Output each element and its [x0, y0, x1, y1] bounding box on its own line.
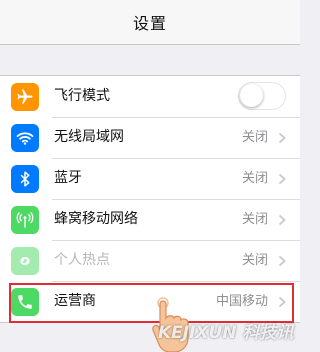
chevron-right-icon [278, 132, 286, 144]
airplane-mode-toggle[interactable] [238, 82, 286, 110]
watermark: KEJIXUN 科技讯 [158, 323, 294, 343]
settings-row-bluetooth[interactable]: 蓝牙 关闭 [0, 158, 300, 199]
personal-hotspot-icon [11, 247, 39, 275]
bluetooth-status-value: 关闭 [241, 171, 268, 186]
wifi-icon [11, 124, 39, 152]
cellular-antenna-icon [11, 206, 39, 234]
wlan-status-value: 关闭 [241, 130, 268, 145]
airplane-icon [11, 83, 39, 111]
cellular-status-value: 关闭 [241, 212, 268, 227]
settings-row-cellular[interactable]: 蜂窝移动网络 关闭 [0, 199, 300, 240]
settings-row-wlan[interactable]: 无线局域网 关闭 [0, 117, 300, 158]
cellular-label: 蜂窝移动网络 [54, 211, 138, 227]
page-title: 设置 [132, 14, 167, 33]
chevron-right-icon [278, 255, 286, 267]
bluetooth-label: 蓝牙 [54, 170, 82, 186]
toggle-knob [240, 84, 263, 107]
personal-hotspot-status-value: 关闭 [241, 253, 268, 268]
airplane-mode-label: 飞行模式 [54, 88, 110, 104]
settings-row-airplane-mode[interactable]: 飞行模式 [0, 76, 300, 117]
chevron-right-icon [278, 173, 286, 185]
chevron-right-icon [278, 214, 286, 226]
wlan-label: 无线局域网 [54, 129, 124, 145]
bluetooth-icon [11, 165, 39, 193]
personal-hotspot-label: 个人热点 [54, 252, 110, 268]
navigation-bar: 设置 [0, 0, 300, 45]
settings-row-personal-hotspot[interactable]: 个人热点 关闭 [0, 240, 300, 281]
